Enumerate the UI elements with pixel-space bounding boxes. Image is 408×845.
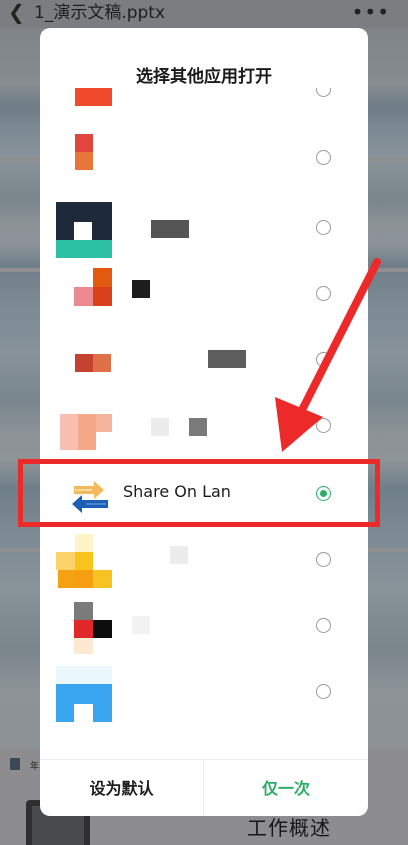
app-radio[interactable]: [316, 684, 331, 699]
app-list[interactable]: Share On Lan: [40, 88, 368, 758]
app-radio[interactable]: [316, 418, 331, 433]
app-radio[interactable]: [316, 618, 331, 633]
app-option[interactable]: [40, 660, 368, 726]
app-label-blurred: [208, 350, 246, 368]
app-label-blurred: [151, 418, 169, 436]
set-default-button[interactable]: 设为默认: [40, 760, 204, 816]
app-option[interactable]: [40, 528, 368, 594]
app-label-blurred: [170, 546, 188, 564]
app-icon: [56, 132, 112, 188]
dialog-actions: 设为默认 仅一次: [40, 759, 368, 816]
app-option[interactable]: [40, 594, 368, 660]
app-label-blurred: [189, 418, 207, 436]
app-option[interactable]: [40, 196, 368, 262]
dialog-title: 选择其他应用打开: [136, 67, 272, 87]
app-icon: [56, 666, 112, 722]
app-icon: [56, 88, 112, 118]
slide-label: 年: [30, 762, 40, 772]
app-icon: [56, 400, 112, 456]
app-icon: [56, 268, 112, 324]
app-radio[interactable]: [316, 352, 331, 367]
app-icon: [56, 202, 112, 258]
app-radio[interactable]: [316, 150, 331, 165]
top-bar: ❮ 1_演示文稿.pptx •••: [0, 0, 408, 28]
app-option[interactable]: [40, 328, 368, 394]
app-option[interactable]: [40, 394, 368, 460]
app-icon: [56, 334, 112, 390]
just-once-button[interactable]: 仅一次: [204, 760, 368, 816]
app-option[interactable]: [40, 262, 368, 328]
slide-heading: 工作概述: [247, 816, 331, 840]
more-icon[interactable]: •••: [352, 0, 390, 24]
annotation-highlight-box: [18, 459, 380, 527]
app-icon: [56, 600, 112, 656]
app-radio[interactable]: [316, 220, 331, 235]
document-icon: [10, 758, 20, 770]
app-option[interactable]: [40, 88, 368, 122]
app-icon: [56, 534, 112, 590]
app-option[interactable]: [40, 126, 368, 192]
chevron-left-icon[interactable]: ❮: [8, 1, 25, 23]
app-label-blurred: [132, 616, 150, 634]
app-radio[interactable]: [316, 552, 331, 567]
app-label-blurred: [151, 220, 189, 238]
app-label-blurred: [132, 280, 150, 298]
app-radio[interactable]: [316, 88, 331, 97]
file-title: 1_演示文稿.pptx: [34, 3, 166, 23]
app-radio[interactable]: [316, 286, 331, 301]
open-with-dialog: 选择其他应用打开 Share On Lan 设为默认 仅一次: [40, 28, 368, 816]
